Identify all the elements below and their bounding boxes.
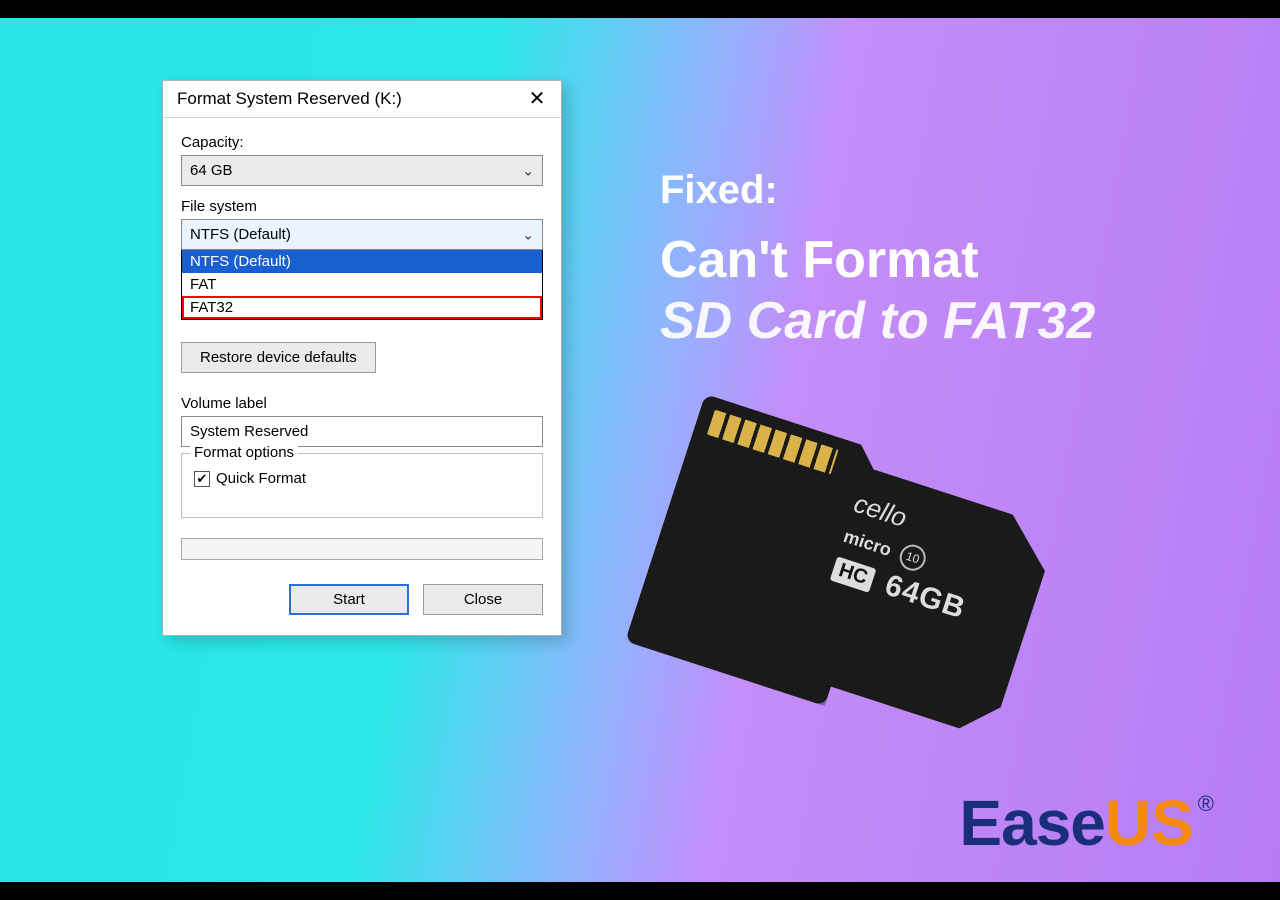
capacity-label: Capacity: [181,134,543,151]
filesystem-select[interactable]: NTFS (Default) ⌄ [181,219,543,250]
quick-format-label: Quick Format [216,470,306,487]
volume-label-input[interactable]: System Reserved [181,416,543,447]
start-button[interactable]: Start [289,584,409,615]
format-options-legend: Format options [190,444,298,461]
quick-format-checkbox[interactable]: ✔ Quick Format [194,470,530,487]
restore-defaults-button[interactable]: Restore device defaults [181,342,376,373]
volume-label-label: Volume label [181,395,543,412]
easeus-logo: Ease US ® [959,786,1210,860]
headline-line1: Fixed: [660,168,1095,213]
registered-icon: ® [1198,791,1214,817]
format-options-group: Format options ✔ Quick Format [181,453,543,518]
sd-pins-icon [707,410,839,475]
filesystem-option-fat32[interactable]: FAT32 [182,296,542,319]
speed-class-icon: 10 [896,541,929,574]
titlebar: Format System Reserved (K:) ✕ [163,81,561,118]
window-title: Format System Reserved (K:) [177,89,402,109]
hc-badge: HC [830,556,877,592]
logo-part1: Ease [959,786,1104,860]
headline: Fixed: Can't Format SD Card to FAT32 [660,168,1095,351]
logo-part2: US [1105,786,1194,860]
frame-edge [0,0,1280,18]
sd-card-graphic: cello micro 10 HC 64GB [660,420,1100,740]
close-icon[interactable]: ✕ [523,89,551,109]
chevron-down-icon: ⌄ [522,226,534,243]
headline-line3: SD Card to FAT32 [660,291,1095,351]
headline-line2: Can't Format [660,231,1095,291]
filesystem-option-ntfs[interactable]: NTFS (Default) [182,250,542,273]
format-dialog: Format System Reserved (K:) ✕ Capacity: … [162,80,562,636]
filesystem-dropdown: NTFS (Default) FAT FAT32 [181,249,543,320]
frame-edge [0,882,1280,900]
filesystem-label: File system [181,198,543,215]
close-button[interactable]: Close [423,584,543,615]
filesystem-value: NTFS (Default) [190,226,291,243]
progress-bar [181,538,543,560]
capacity-select[interactable]: 64 GB ⌄ [181,155,543,186]
chevron-down-icon: ⌄ [522,162,534,179]
capacity-value: 64 GB [190,162,233,179]
filesystem-option-fat[interactable]: FAT [182,273,542,296]
checkbox-icon: ✔ [194,471,210,487]
